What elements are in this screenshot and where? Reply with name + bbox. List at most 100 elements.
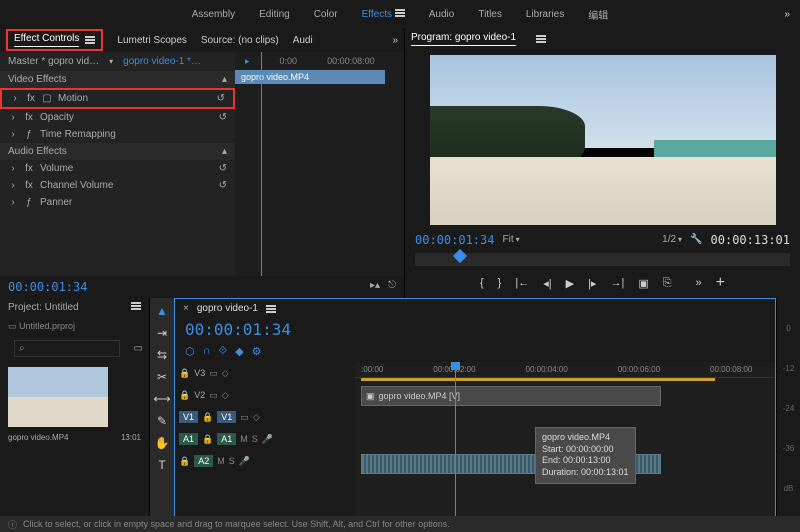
sequence-link[interactable]: gopro video-1 *…: [123, 56, 201, 67]
video-effects-header[interactable]: Video Effects▴: [0, 71, 235, 88]
step-forward-button[interactable]: |▸: [588, 277, 596, 290]
search-input[interactable]: ⌕: [14, 340, 120, 357]
playhead-icon[interactable]: ▸: [245, 56, 250, 67]
filter-icon[interactable]: ▭: [134, 343, 143, 354]
zoom-fit-dropdown[interactable]: Fit: [502, 234, 513, 245]
navigate-icon[interactable]: ▸▴: [370, 280, 380, 294]
tab-audio[interactable]: Audio: [429, 9, 455, 20]
go-to-out-button[interactable]: →|: [610, 277, 624, 289]
pen-tool-icon[interactable]: ✎: [157, 414, 167, 428]
snap-icon[interactable]: ⬡: [185, 345, 195, 358]
tab-libraries[interactable]: Libraries: [526, 9, 564, 20]
toggle-sync-icon[interactable]: ◇: [222, 368, 229, 379]
reset-icon[interactable]: ↺: [219, 112, 227, 123]
magnet-icon[interactable]: ∩: [203, 345, 211, 358]
source-patch-v1[interactable]: V1: [179, 411, 198, 423]
tab-assembly[interactable]: Assembly: [192, 9, 235, 20]
expand-icon[interactable]: ›: [8, 129, 18, 140]
tab-lumetri-scopes[interactable]: Lumetri Scopes: [117, 35, 186, 46]
timeline-playhead[interactable]: [455, 362, 456, 517]
lock-icon[interactable]: 🔒: [202, 412, 213, 423]
reset-icon[interactable]: ↺: [219, 163, 227, 174]
play-button[interactable]: ▶: [566, 277, 574, 290]
ripple-edit-tool-icon[interactable]: ⇆: [157, 348, 167, 362]
sequence-tab[interactable]: gopro video-1: [197, 303, 258, 314]
expand-icon[interactable]: ›: [8, 163, 18, 174]
mute-icon[interactable]: M: [217, 456, 225, 466]
menu-icon[interactable]: [395, 9, 405, 17]
transform-icon[interactable]: ▢: [42, 93, 52, 104]
menu-icon[interactable]: [85, 36, 95, 44]
project-file-name[interactable]: Untitled.prproj: [19, 321, 75, 331]
lock-icon[interactable]: 🔒: [179, 456, 190, 467]
selection-tool-icon[interactable]: ▲: [156, 304, 168, 318]
tab-edit-cn[interactable]: 编辑: [588, 7, 608, 22]
settings-icon[interactable]: ⚙: [252, 345, 262, 358]
chevron-down-icon[interactable]: ▾: [109, 57, 113, 66]
track-label[interactable]: V2: [194, 390, 205, 400]
export-frame-button[interactable]: ⎘: [663, 277, 672, 290]
collapse-icon[interactable]: ▴: [222, 146, 227, 157]
slip-tool-icon[interactable]: ⟷: [153, 392, 170, 406]
effect-clip-bar[interactable]: gopro video.MP4: [235, 70, 385, 84]
tab-effect-controls[interactable]: Effect Controls: [14, 33, 79, 47]
track-select-tool-icon[interactable]: ⇥: [157, 326, 167, 340]
program-preview[interactable]: [430, 55, 776, 225]
toggle-output-icon[interactable]: ▭: [240, 412, 249, 423]
effect-opacity[interactable]: Opacity: [40, 112, 74, 123]
expand-icon[interactable]: ›: [8, 197, 18, 208]
linked-selection-icon[interactable]: ⟐: [219, 345, 228, 358]
expand-icon[interactable]: ›: [8, 112, 18, 123]
add-button[interactable]: +: [716, 274, 725, 292]
export-icon[interactable]: ⎋: [388, 280, 396, 294]
mark-out-button[interactable]: }: [498, 277, 502, 289]
timeline-ruler[interactable]: :00:00 00:00:02:00 00:00:04:00 00:00:06:…: [355, 362, 775, 378]
toggle-output-icon[interactable]: ▭: [209, 390, 218, 401]
lock-icon[interactable]: 🔒: [202, 434, 213, 445]
playhead-line[interactable]: [261, 52, 262, 276]
tab-project[interactable]: Project: Untitled: [8, 302, 79, 313]
voiceover-icon[interactable]: 🎤: [262, 434, 273, 445]
tab-program[interactable]: Program: gopro video-1: [411, 32, 516, 46]
go-to-in-button[interactable]: |←: [515, 277, 529, 289]
expand-icon[interactable]: ›: [8, 180, 18, 191]
effect-time-remapping[interactable]: Time Remapping: [40, 129, 116, 140]
markers-icon[interactable]: ◆: [235, 345, 243, 358]
bin-icon[interactable]: ▭: [8, 321, 17, 331]
video-clip[interactable]: ▣gopro video.MP4 [V]: [361, 386, 661, 406]
overflow-icon[interactable]: »: [696, 277, 702, 289]
track-target-a2[interactable]: A2: [194, 455, 213, 467]
solo-icon[interactable]: S: [229, 456, 235, 466]
wrench-icon[interactable]: 🔧: [690, 234, 702, 245]
resolution-dropdown[interactable]: 1/2: [662, 234, 676, 245]
close-sequence-icon[interactable]: ×: [183, 303, 189, 314]
tab-effects[interactable]: Effects: [362, 9, 405, 20]
timeline-timecode[interactable]: 00:00:01:34: [185, 320, 291, 339]
effect-panner[interactable]: Panner: [40, 197, 72, 208]
mute-icon[interactable]: M: [240, 434, 248, 444]
timeline-tracks-area[interactable]: :00:00 00:00:02:00 00:00:04:00 00:00:06:…: [355, 362, 775, 517]
expand-icon[interactable]: ›: [10, 93, 20, 104]
menu-icon[interactable]: [536, 35, 546, 43]
track-target-a1[interactable]: A1: [217, 433, 236, 445]
mark-in-button[interactable]: {: [480, 277, 484, 289]
overflow-icon[interactable]: »: [784, 9, 790, 20]
overflow-icon[interactable]: »: [392, 35, 398, 46]
source-timecode[interactable]: 00:00:01:34: [8, 280, 87, 294]
tab-source[interactable]: Source: (no clips): [201, 35, 279, 46]
effect-motion[interactable]: Motion: [58, 93, 88, 104]
reset-icon[interactable]: ↺: [219, 180, 227, 191]
menu-icon[interactable]: [266, 305, 276, 313]
voiceover-icon[interactable]: 🎤: [239, 456, 250, 467]
audio-effects-header[interactable]: Audio Effects▴: [0, 143, 235, 160]
toggle-output-icon[interactable]: ▭: [209, 368, 218, 379]
lift-button[interactable]: ▣: [638, 277, 648, 290]
program-scrubber[interactable]: [415, 253, 790, 266]
solo-icon[interactable]: S: [252, 434, 258, 444]
toggle-sync-icon[interactable]: ◇: [253, 412, 260, 423]
program-timecode[interactable]: 00:00:01:34: [415, 233, 494, 247]
toggle-sync-icon[interactable]: ◇: [222, 390, 229, 401]
source-patch-a1[interactable]: A1: [179, 433, 198, 445]
razor-tool-icon[interactable]: ✂: [157, 370, 167, 384]
type-tool-icon[interactable]: T: [158, 458, 165, 472]
